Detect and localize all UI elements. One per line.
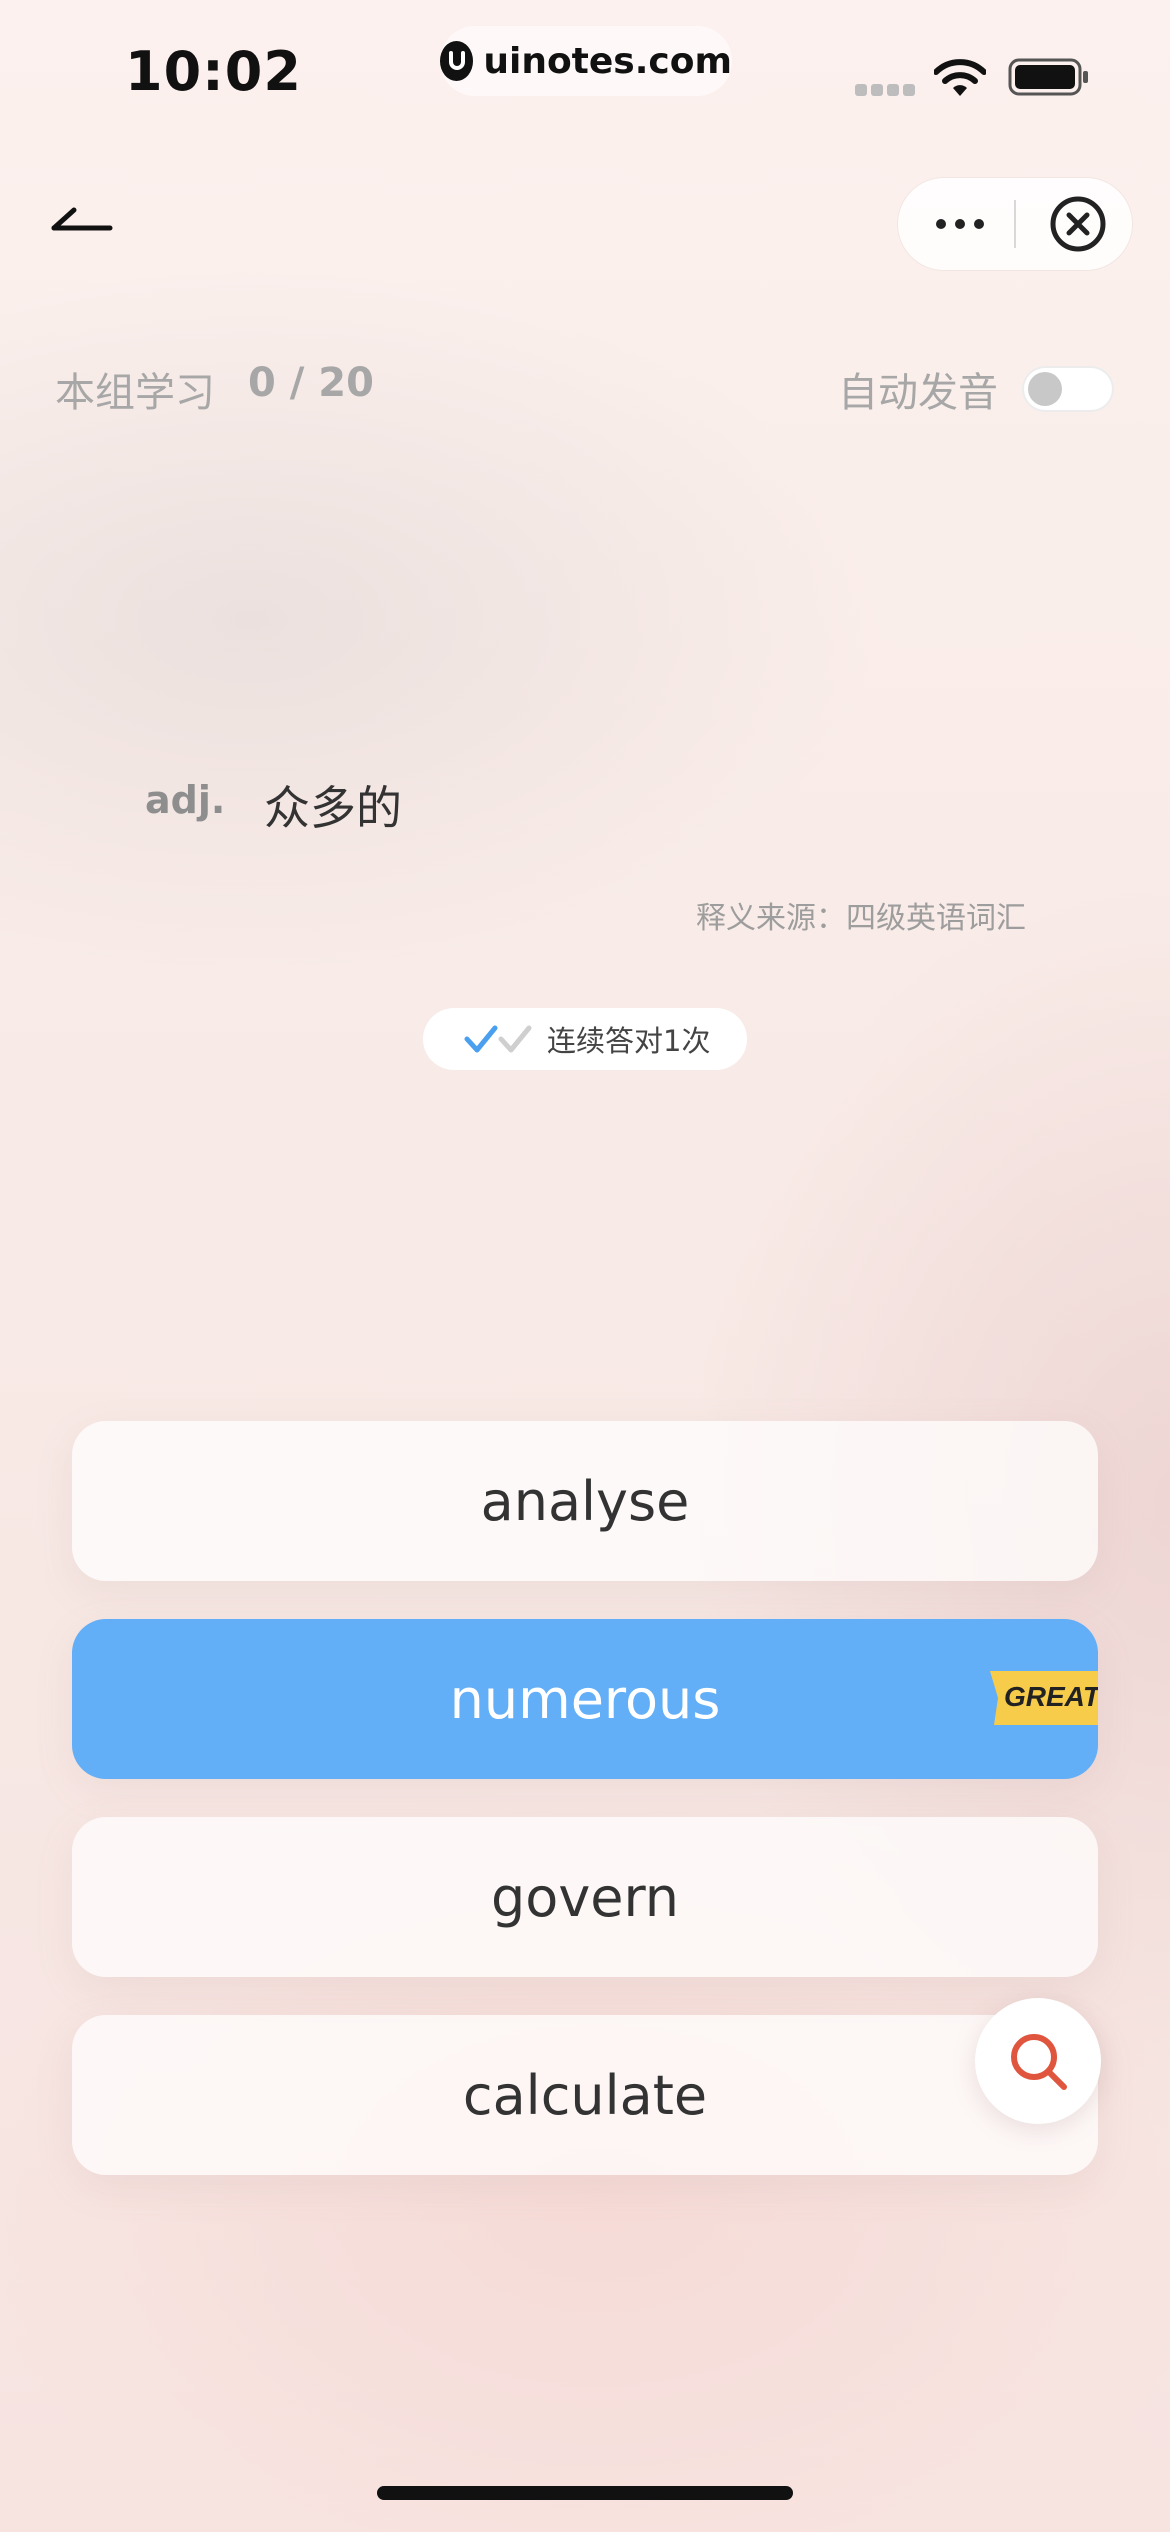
double-check-icon xyxy=(464,1025,532,1053)
part-of-speech: adj. xyxy=(145,778,226,822)
streak-text: 连续答对1次 xyxy=(547,1024,711,1058)
mini-program-capsule xyxy=(898,178,1132,270)
option-label: numerous xyxy=(449,1667,721,1731)
site-logo-icon xyxy=(440,41,474,81)
more-button[interactable] xyxy=(928,198,992,250)
option-label: calculate xyxy=(462,2063,708,2127)
progress-count: 0 / 20 xyxy=(248,360,374,406)
great-badge: GREAT! xyxy=(984,1669,1098,1727)
option-analyse[interactable]: analyse xyxy=(72,1421,1098,1581)
close-circle-icon[interactable] xyxy=(1048,194,1108,254)
great-badge-text: GREAT! xyxy=(1004,1681,1098,1712)
site-url: uinotes.com xyxy=(483,40,732,82)
back-arrow-icon[interactable] xyxy=(50,198,120,248)
toggle-knob xyxy=(1028,372,1062,406)
more-dots-icon xyxy=(936,219,984,229)
home-indicator xyxy=(377,2486,793,2500)
search-button[interactable] xyxy=(975,1998,1101,2124)
option-numerous[interactable]: numerous GREAT! xyxy=(72,1619,1098,1779)
streak-badge: 连续答对1次 xyxy=(423,1008,747,1070)
option-label: analyse xyxy=(480,1469,690,1533)
option-govern[interactable]: govern xyxy=(72,1817,1098,1977)
status-time: 10:02 xyxy=(125,40,302,103)
cellular-signal-icon xyxy=(855,84,915,96)
battery-icon xyxy=(1008,58,1088,96)
progress-label: 本组学习 xyxy=(55,370,215,416)
definition-source: 释义来源：四级英语词汇 xyxy=(696,901,1026,936)
option-label: govern xyxy=(491,1865,679,1929)
option-calculate[interactable]: calculate xyxy=(72,2015,1098,2175)
word-meaning: 众多的 xyxy=(264,781,402,835)
autoplay-label: 自动发音 xyxy=(838,370,998,416)
wifi-icon xyxy=(934,59,986,96)
autoplay-toggle[interactable] xyxy=(1022,366,1114,412)
capsule-divider xyxy=(1014,200,1016,248)
url-pill: uinotes.com xyxy=(440,26,732,96)
search-icon xyxy=(1011,2034,1067,2090)
